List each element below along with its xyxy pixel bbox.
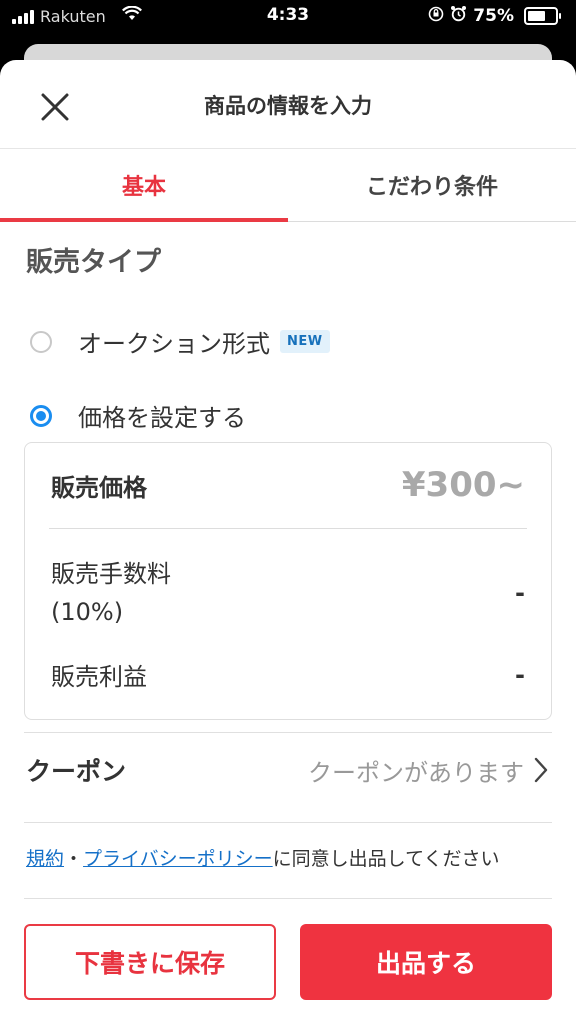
sheet-header: 商品の情報を入力 — [0, 60, 576, 148]
tab-preferences[interactable]: こだわり条件 — [288, 149, 576, 221]
section-title-sale-type: 販売タイプ — [26, 247, 161, 278]
sale-price-value[interactable]: ¥300~ — [402, 465, 525, 505]
terms-notice: 規約・プライバシーポリシーに同意し出品してください — [26, 846, 550, 898]
fee-value: - — [515, 579, 525, 607]
status-bar: Rakuten 4:33 75% — [0, 0, 576, 34]
divider — [24, 732, 552, 733]
profit-label: 販売利益 — [51, 663, 147, 691]
terms-text: に同意し出品してください — [272, 848, 500, 870]
profit-row: 販売利益 - — [51, 657, 525, 692]
sale-price-label: 販売価格 — [51, 473, 147, 502]
divider — [49, 528, 527, 529]
sale-price-row[interactable]: 販売価格 ¥300~ — [51, 465, 525, 505]
profit-value: - — [515, 660, 525, 689]
privacy-policy-link[interactable]: プライバシーポリシー — [83, 848, 273, 870]
option-auction[interactable]: オークション形式 NEW — [30, 324, 330, 359]
fee-label-group: 販売手数料 (10%) — [51, 555, 171, 631]
fee-rate: (10%) — [51, 598, 124, 626]
coupon-label: クーポン — [26, 757, 127, 786]
terms-separator: ・ — [64, 848, 84, 870]
radio-auction[interactable] — [30, 330, 52, 353]
divider — [24, 822, 552, 823]
chevron-right-icon — [534, 757, 548, 783]
page-title: 商品の情報を入力 — [204, 94, 372, 118]
listing-sheet: 商品の情報を入力 基本 こだわり条件 販売タイプ オークション形式 NEW 価格… — [0, 60, 576, 1024]
divider — [24, 898, 552, 899]
tab-basic[interactable]: 基本 — [0, 149, 288, 222]
battery-icon — [524, 6, 561, 25]
save-draft-button[interactable]: 下書きに保存 — [24, 924, 276, 1000]
submit-listing-button[interactable]: 出品する — [300, 924, 552, 1000]
fee-row: 販売手数料 (10%) - — [51, 555, 525, 631]
tab-bar: 基本 こだわり条件 — [0, 148, 576, 222]
battery-percent: 75% — [473, 5, 514, 26]
fee-label: 販売手数料 — [51, 560, 171, 588]
coupon-value: クーポンがあります — [308, 758, 524, 787]
battery-level — [528, 10, 545, 21]
alarm-icon — [450, 5, 467, 26]
radio-fixed-price[interactable] — [30, 404, 52, 427]
coupon-row[interactable]: クーポン クーポンがあります — [26, 752, 548, 788]
option-auction-label: オークション形式 — [78, 330, 270, 358]
new-badge: NEW — [280, 330, 330, 353]
orientation-lock-icon — [428, 6, 444, 26]
terms-link[interactable]: 規約 — [26, 848, 64, 870]
price-box: 販売価格 ¥300~ 販売手数料 (10%) - 販売利益 - — [24, 442, 552, 720]
option-fixed-price[interactable]: 価格を設定する — [30, 398, 246, 433]
option-fixed-price-label: 価格を設定する — [78, 404, 246, 432]
